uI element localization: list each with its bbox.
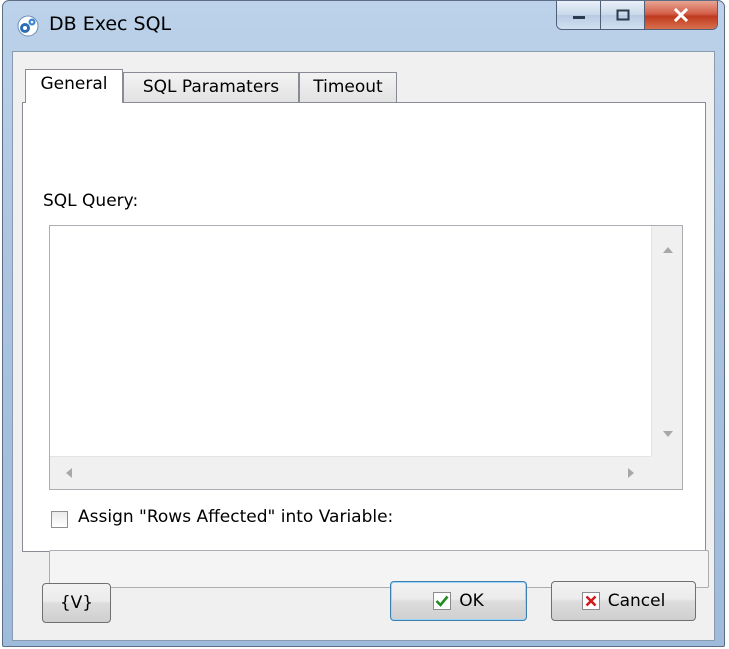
dialog-client-area: General SQL Paramaters Timeout SQL Query… [12,51,715,641]
scroll-up-icon[interactable] [663,247,673,253]
caption-buttons [556,1,718,30]
vertical-scrollbar[interactable] [651,226,682,457]
checkmark-icon [433,592,452,610]
window-title: DB Exec SQL [49,13,172,35]
maximize-button[interactable] [601,1,645,29]
gears-icon [17,15,39,37]
close-icon [673,8,689,22]
maximize-icon [616,9,629,21]
tab-timeout[interactable]: Timeout [299,72,397,102]
title-bar[interactable]: DB Exec SQL [3,1,724,51]
insert-variable-button[interactable]: {V} [42,583,111,623]
scrollbar-corner [651,456,682,489]
dialog-window: DB Exec SQL General SQL Paramaters Timeo [2,0,725,647]
scroll-left-icon[interactable] [66,468,72,478]
close-button[interactable] [645,1,717,29]
minimize-button[interactable] [557,1,601,29]
insert-variable-label: {V} [59,593,94,613]
ok-button[interactable]: OK [390,581,527,621]
tab-sql-parameters[interactable]: SQL Paramaters [123,72,299,102]
horizontal-scrollbar[interactable] [50,456,652,489]
sql-query-editor[interactable] [49,225,683,490]
assign-rows-affected-checkbox[interactable] [51,511,68,528]
assign-rows-affected-label[interactable]: Assign "Rows Affected" into Variable: [78,507,393,527]
ok-label: OK [459,591,484,611]
cross-icon [581,592,600,610]
cancel-label: Cancel [607,591,666,611]
cancel-button[interactable]: Cancel [551,581,696,621]
minimize-icon [572,16,585,19]
scroll-right-icon[interactable] [628,468,634,478]
sql-query-label: SQL Query: [43,191,139,211]
general-tab-panel: SQL Query: Assign "Rows Affected" into V… [22,102,709,588]
tab-general[interactable]: General [25,69,123,103]
scroll-down-icon[interactable] [663,431,673,437]
